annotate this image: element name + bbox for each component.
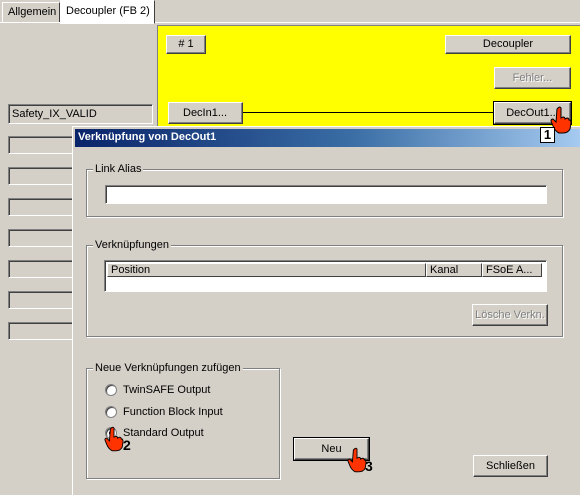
step-1-badge: 1: [540, 127, 555, 143]
step-2-label: 2: [123, 437, 131, 453]
step-3-label: 3: [365, 458, 373, 474]
dialog-title[interactable]: Verknüpfung von DecOut1: [75, 129, 580, 147]
column-header-fsoe-address[interactable]: FSoE A...: [482, 263, 542, 277]
new-links-label: Neue Verknüpfungen zufügen: [93, 362, 243, 374]
empty-field-4[interactable]: [8, 229, 78, 247]
empty-field-6[interactable]: [8, 291, 78, 309]
empty-field-5[interactable]: [8, 260, 78, 278]
empty-field-3[interactable]: [8, 198, 78, 216]
empty-field-7[interactable]: [8, 322, 78, 340]
pointer-hand-icon: [104, 426, 124, 452]
radio-twinsafe-output[interactable]: [105, 384, 117, 396]
link-alias-label: Link Alias: [93, 163, 144, 175]
column-header-position[interactable]: Position: [107, 263, 426, 277]
tab-decoupler[interactable]: Decoupler (FB 2): [60, 0, 155, 24]
dec-in-button[interactable]: DecIn1...: [168, 102, 243, 124]
pointer-hand-icon: [347, 447, 367, 473]
links-label: Verknüpfungen: [93, 239, 172, 251]
column-header-kanal[interactable]: Kanal: [426, 263, 482, 277]
block-id-button[interactable]: # 1: [166, 35, 206, 54]
link-dialog: Verknüpfung von DecOut1 Link Alias Verkn…: [72, 126, 580, 495]
empty-field-2[interactable]: [8, 167, 78, 185]
tab-allgemein[interactable]: Allgemein: [2, 2, 60, 23]
radio-function-block-input[interactable]: [105, 406, 117, 418]
radio-twinsafe-output-label[interactable]: TwinSAFE Output: [123, 384, 210, 396]
link-alias-input[interactable]: [105, 185, 547, 204]
links-list[interactable]: Position Kanal FSoE A...: [104, 260, 547, 292]
delete-link-button[interactable]: Lösche Verkn.: [472, 304, 548, 326]
block-name-button[interactable]: Decoupler: [445, 35, 571, 54]
radio-function-block-input-label[interactable]: Function Block Input: [123, 406, 223, 418]
close-button[interactable]: Schließen: [473, 455, 548, 477]
empty-field-1[interactable]: [8, 136, 78, 154]
block-link-line: [242, 112, 494, 113]
signal-field[interactable]: Safety_IX_VALID: [8, 104, 153, 124]
radio-standard-output-label[interactable]: Standard Output: [123, 427, 204, 439]
error-button[interactable]: Fehler...: [494, 67, 571, 89]
